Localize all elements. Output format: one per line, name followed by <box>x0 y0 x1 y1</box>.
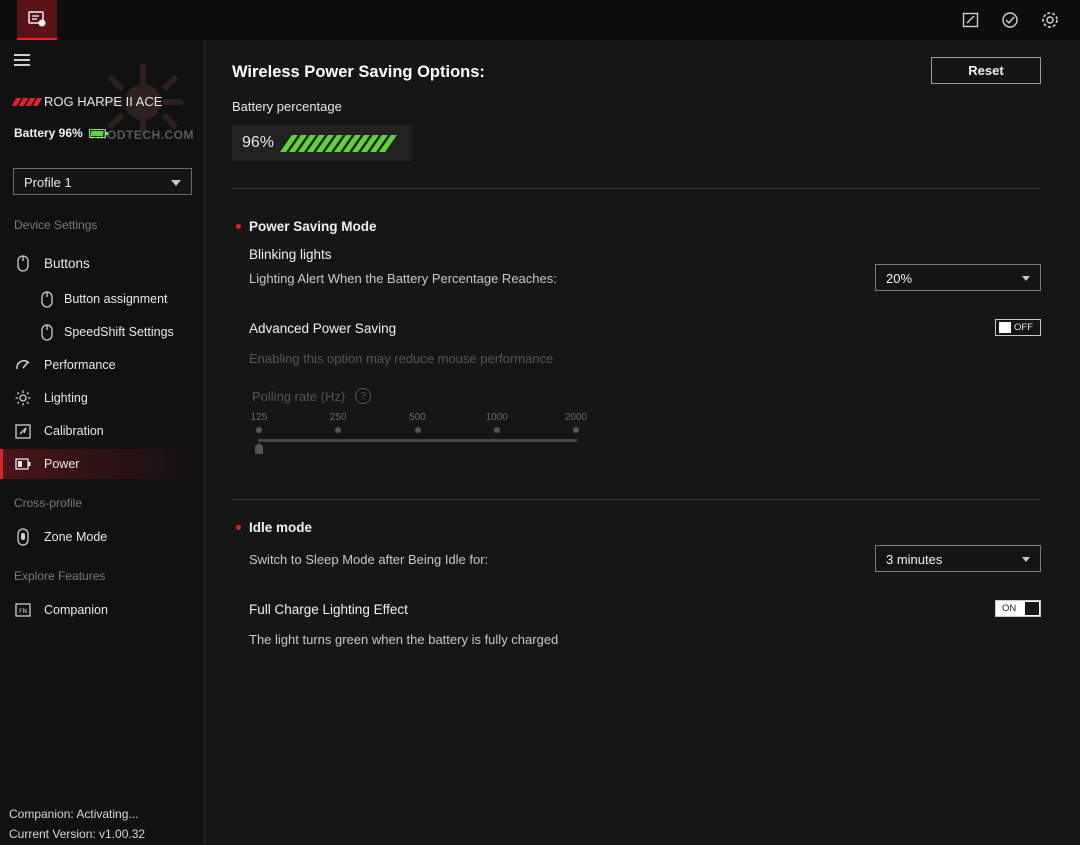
sidebar-item-label: Button assignment <box>64 292 168 306</box>
polling-rate-slider-thumb[interactable] <box>255 443 263 454</box>
polling-tick-dot <box>256 427 262 433</box>
full-charge-lighting-toggle[interactable]: ON <box>995 600 1041 617</box>
battery-percentage-value: 96% <box>242 134 275 151</box>
polling-rate-slider-track[interactable] <box>258 439 577 442</box>
polling-tick-label: 1000 <box>485 412 508 423</box>
polling-tick-label: 2000 <box>564 412 588 423</box>
sidebar-item-calibration[interactable]: Calibration <box>0 416 204 446</box>
advanced-power-saving-title: Advanced Power Saving <box>249 321 397 336</box>
sidebar-item-speedshift[interactable]: SpeedShift Settings <box>0 317 204 347</box>
profile-select[interactable]: Profile 1 <box>13 168 192 195</box>
zone-mode-icon <box>15 528 31 546</box>
sidebar-item-label: Power <box>44 457 80 471</box>
mouse-icon <box>39 290 55 308</box>
companion-status: Companion: Activating... <box>9 807 139 821</box>
sidebar-item-label: Zone Mode <box>44 530 108 544</box>
page-title: Wireless Power Saving Options: <box>232 63 485 81</box>
version-text: Current Version: v1.00.32 <box>9 827 146 841</box>
sidebar-item-label: SpeedShift Settings <box>64 325 174 339</box>
polling-rate-label-text: Polling rate (Hz) <box>252 388 346 404</box>
sidebar-item-companion[interactable]: FN Companion <box>0 595 204 625</box>
polling-tick-dot <box>493 427 500 433</box>
blinking-lights-title: Blinking lights <box>249 247 332 262</box>
polling-tick-dot <box>335 427 342 433</box>
advanced-power-saving-description: Enabling this option may reduce mouse pe… <box>249 351 554 366</box>
red-dot-icon <box>236 525 241 530</box>
polling-rate-label: Polling rate (Hz) ? <box>252 388 372 404</box>
mouse-icon <box>15 254 31 272</box>
idle-mode-heading-label: Idle mode <box>249 520 313 535</box>
sidebar-item-buttons[interactable]: Buttons <box>0 248 204 278</box>
sidebar-item-label: Performance <box>44 358 116 372</box>
sidebar-item-label: Companion <box>44 603 108 617</box>
full-charge-lighting-title: Full Charge Lighting Effect <box>249 602 408 617</box>
sleep-time-select[interactable]: 3 minutes <box>875 545 1041 572</box>
battery-level-bar <box>280 134 397 152</box>
sidebar-item-label: Calibration <box>44 424 104 438</box>
advanced-power-saving-toggle[interactable]: OFF <box>995 319 1041 336</box>
battery-alert-select[interactable]: 20% <box>875 264 1041 291</box>
battery-icon <box>15 456 31 472</box>
section-device-settings: Device Settings <box>14 218 98 232</box>
profile-select-value: Profile 1 <box>24 175 72 190</box>
battery-percentage-display: 96% <box>232 125 412 161</box>
reset-button[interactable]: Reset <box>931 57 1041 84</box>
device-monitor-icon <box>28 11 46 27</box>
power-saving-heading: Power Saving Mode <box>232 219 377 234</box>
mouse-icon <box>39 323 55 341</box>
battery-alert-select-value: 20% <box>886 271 913 286</box>
divider <box>232 499 1040 500</box>
calibration-icon <box>15 423 31 439</box>
polling-tick-label: 500 <box>409 412 426 423</box>
sleep-mode-label: Switch to Sleep Mode after Being Idle fo… <box>249 552 489 567</box>
power-saving-heading-label: Power Saving Mode <box>249 219 377 234</box>
sidebar-item-label: Buttons <box>44 255 90 271</box>
battery-status: Battery 96% <box>14 126 108 140</box>
toggle-knob <box>999 322 1011 333</box>
sidebar-item-power[interactable]: Power <box>0 449 204 479</box>
sleep-time-select-value: 3 minutes <box>886 552 943 567</box>
blinking-lights-description: Lighting Alert When the Battery Percenta… <box>249 271 557 286</box>
main-panel: Wireless Power Saving Options: Reset Bat… <box>206 40 1080 845</box>
battery-icon <box>88 128 108 138</box>
chevron-down-icon <box>1022 557 1030 562</box>
device-tab[interactable] <box>17 0 57 40</box>
idle-mode-heading: Idle mode <box>232 520 312 535</box>
battery-percentage-label: Battery percentage <box>232 99 342 114</box>
menu-icon[interactable] <box>14 54 30 68</box>
sidebar-item-button-assignment[interactable]: Button assignment <box>0 284 204 314</box>
svg-text:FN: FN <box>19 608 27 615</box>
sync-icon[interactable] <box>1000 10 1020 30</box>
sidebar: VMODTECH.COM ROG HARPE II ACE Battery 96… <box>0 40 205 845</box>
device-name-label: ROG HARPE II ACE <box>44 94 163 109</box>
rog-logo-icon <box>11 97 43 106</box>
red-dot-icon <box>236 224 241 229</box>
sidebar-item-zone-mode[interactable]: Zone Mode <box>0 522 204 552</box>
title-bar <box>0 0 1080 40</box>
section-cross-profile: Cross-profile <box>14 496 83 510</box>
battery-status-label: Battery 96% <box>14 126 83 140</box>
toggle-state-label: OFF <box>1014 322 1033 333</box>
polling-tick-dot <box>414 427 421 433</box>
chevron-down-icon <box>171 180 181 186</box>
performance-icon <box>15 357 31 373</box>
divider <box>232 188 1040 189</box>
full-charge-lighting-description: The light turns green when the battery i… <box>249 632 559 647</box>
polling-tick-label: 125 <box>250 412 268 423</box>
device-name: ROG HARPE II ACE <box>11 94 163 109</box>
toggle-state-label: ON <box>1002 603 1017 614</box>
sidebar-item-lighting[interactable]: Lighting <box>0 383 204 413</box>
chevron-down-icon <box>1022 276 1030 281</box>
polling-tick-dot <box>573 427 579 433</box>
sidebar-item-performance[interactable]: Performance <box>0 350 204 380</box>
section-explore-features: Explore Features <box>14 569 106 583</box>
companion-fn-icon: FN <box>15 602 31 618</box>
help-icon[interactable]: ? <box>355 388 372 404</box>
sidebar-item-label: Lighting <box>44 391 88 405</box>
toggle-knob <box>1025 602 1039 615</box>
lighting-icon <box>15 390 31 406</box>
polling-tick-label: 250 <box>329 412 347 423</box>
edit-display-icon[interactable] <box>960 10 980 30</box>
gear-icon[interactable] <box>1040 10 1060 30</box>
